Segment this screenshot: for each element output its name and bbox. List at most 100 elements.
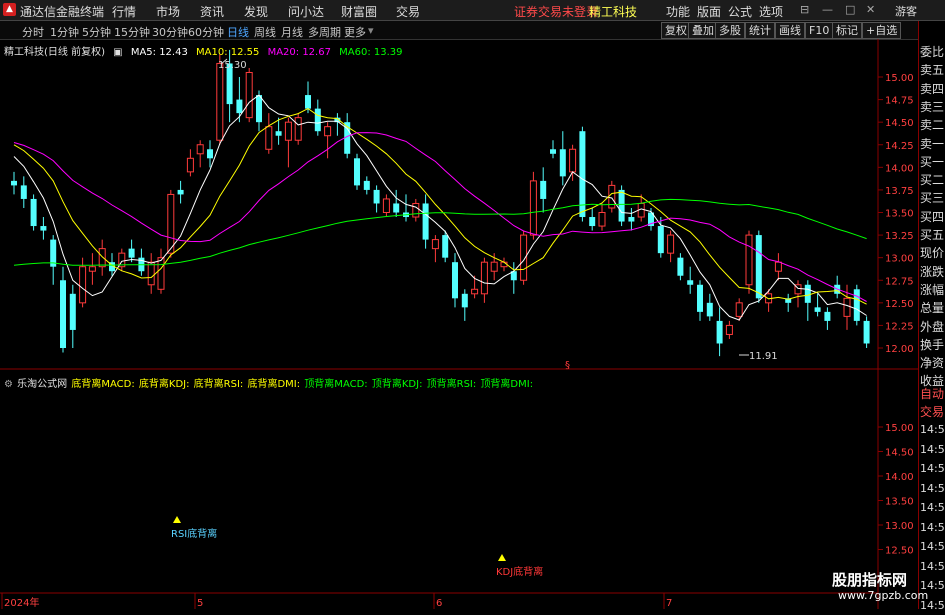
period-1min[interactable]: 1分钟 xyxy=(50,24,79,40)
menu-options[interactable]: 选项 xyxy=(759,3,783,20)
candle-body xyxy=(412,202,420,218)
lower-axis-label: 14.00 xyxy=(885,472,914,483)
multi-stock-button[interactable]: 多股 xyxy=(715,22,745,39)
candle xyxy=(824,307,831,330)
signal-label: RSI底背离 xyxy=(171,527,217,540)
watermark-title: 股朋指标网 xyxy=(832,571,908,589)
candle xyxy=(177,180,184,204)
menu-function[interactable]: 功能 xyxy=(666,3,690,20)
candle xyxy=(60,266,66,353)
auto-trade-label[interactable]: 自动 xyxy=(920,385,945,403)
candle-body xyxy=(735,302,743,317)
menu-formula[interactable]: 公式 xyxy=(728,3,752,20)
candle-body xyxy=(275,131,282,136)
candle-body xyxy=(853,289,860,321)
candle xyxy=(677,253,684,281)
candle xyxy=(393,189,400,218)
period-monthly[interactable]: 月线 xyxy=(281,24,303,40)
candle-body xyxy=(393,203,400,213)
candle-body xyxy=(814,307,821,312)
pin-icon[interactable]: ⊟ xyxy=(800,3,809,16)
quote-field-label: 卖一 xyxy=(920,136,945,151)
period-daily[interactable]: 日线 xyxy=(227,24,249,40)
candle-body xyxy=(559,149,566,177)
candle xyxy=(69,284,76,348)
candle-body xyxy=(284,121,292,141)
menu-discover[interactable]: 发现 xyxy=(244,3,268,20)
quote-panel: 委比 卖五 卖四 卖三 卖二 卖一 买一 买二 买三 买四 买五 现价 涨跌 涨幅 总量 外盘 换手 净资 收益 自动… xyxy=(918,21,945,612)
candle xyxy=(98,239,106,276)
candle-body xyxy=(305,95,311,109)
candle-body xyxy=(236,99,243,114)
candle xyxy=(461,289,468,321)
menu-ask[interactable]: 问小达 xyxy=(288,3,324,20)
date-label: 5 xyxy=(197,598,203,609)
menu-trade[interactable]: 交易 xyxy=(396,3,420,20)
quote-field-label: 买二 xyxy=(920,173,945,188)
period-more[interactable]: 更多 xyxy=(344,24,366,40)
candle xyxy=(667,230,675,263)
candle-body xyxy=(657,226,664,254)
menu-layout[interactable]: 版面 xyxy=(697,3,721,20)
minimize-icon[interactable]: — xyxy=(822,3,833,16)
period-5min[interactable]: 5分钟 xyxy=(82,24,111,40)
price-axis-label: 12.75 xyxy=(885,276,914,287)
candle-body xyxy=(667,234,675,254)
overlay-button[interactable]: 叠加 xyxy=(688,22,718,39)
statistics-button[interactable]: 统计 xyxy=(745,22,775,39)
candle-body xyxy=(677,257,684,276)
menu-market[interactable]: 市场 xyxy=(156,3,180,20)
candle xyxy=(157,248,165,294)
adjust-button[interactable]: 复权 xyxy=(661,22,691,39)
candle-body xyxy=(40,226,47,231)
current-stock-name: 精工科技 xyxy=(589,5,638,19)
candle-body xyxy=(354,158,360,186)
period-15min[interactable]: 15分钟 xyxy=(114,24,150,40)
ma5-line xyxy=(13,94,867,321)
candle-body xyxy=(216,62,224,141)
guest-label[interactable]: 游客 xyxy=(895,3,917,19)
candle xyxy=(725,320,733,339)
period-weekly[interactable]: 周线 xyxy=(254,24,276,40)
candle xyxy=(118,248,126,272)
candle xyxy=(245,67,253,123)
period-30min[interactable]: 30分钟 xyxy=(152,24,188,40)
auto-trade-label[interactable]: 交易 xyxy=(920,403,945,421)
candle-body xyxy=(30,198,37,227)
candle xyxy=(196,140,204,168)
high-price-marker: 15.30 xyxy=(218,60,247,71)
candle xyxy=(30,194,37,231)
candle xyxy=(284,117,292,168)
candle xyxy=(529,171,537,240)
close-icon[interactable]: ✕ xyxy=(866,3,875,16)
candle-body xyxy=(529,180,537,236)
login-warning[interactable]: 证券交易未登录 xyxy=(514,3,598,20)
draw-line-button[interactable]: 画线 xyxy=(775,22,805,39)
f10-button[interactable]: F10 xyxy=(805,22,834,39)
price-axis-label: 14.25 xyxy=(885,141,914,152)
add-watchlist-button[interactable]: +自选 xyxy=(862,22,902,39)
quote-field-label: 卖二 xyxy=(920,118,945,133)
candle xyxy=(480,257,488,303)
quote-field-label: 换手 xyxy=(920,337,945,352)
candle xyxy=(88,253,96,285)
lower-axis-label: 14.50 xyxy=(885,448,914,459)
price-axis-label: 15.00 xyxy=(885,73,914,84)
quote-field-label: 卖四 xyxy=(920,81,945,96)
mark-button[interactable]: 标记 xyxy=(832,22,862,39)
chevron-down-icon[interactable]: ▾ xyxy=(368,24,374,37)
maximize-icon[interactable]: □ xyxy=(845,3,855,16)
period-60min[interactable]: 60分钟 xyxy=(188,24,224,40)
menu-wealth[interactable]: 财富圈 xyxy=(341,3,377,20)
kline-chart[interactable]: 15.00 14.75 14.50 14.25 14.00 13.75 13.50 13.25… xyxy=(0,39,918,609)
candle xyxy=(265,113,273,154)
candle-body xyxy=(540,180,547,199)
ma20-line xyxy=(13,132,867,302)
candle xyxy=(774,253,782,281)
tick-time: 14:56 xyxy=(920,423,945,436)
period-timeshare[interactable]: 分时 xyxy=(22,24,44,40)
quote-field-label: 净资 xyxy=(920,356,945,371)
menu-news[interactable]: 资讯 xyxy=(200,3,224,20)
menu-quotes[interactable]: 行情 xyxy=(112,3,136,20)
period-multi[interactable]: 多周期 xyxy=(308,24,341,40)
